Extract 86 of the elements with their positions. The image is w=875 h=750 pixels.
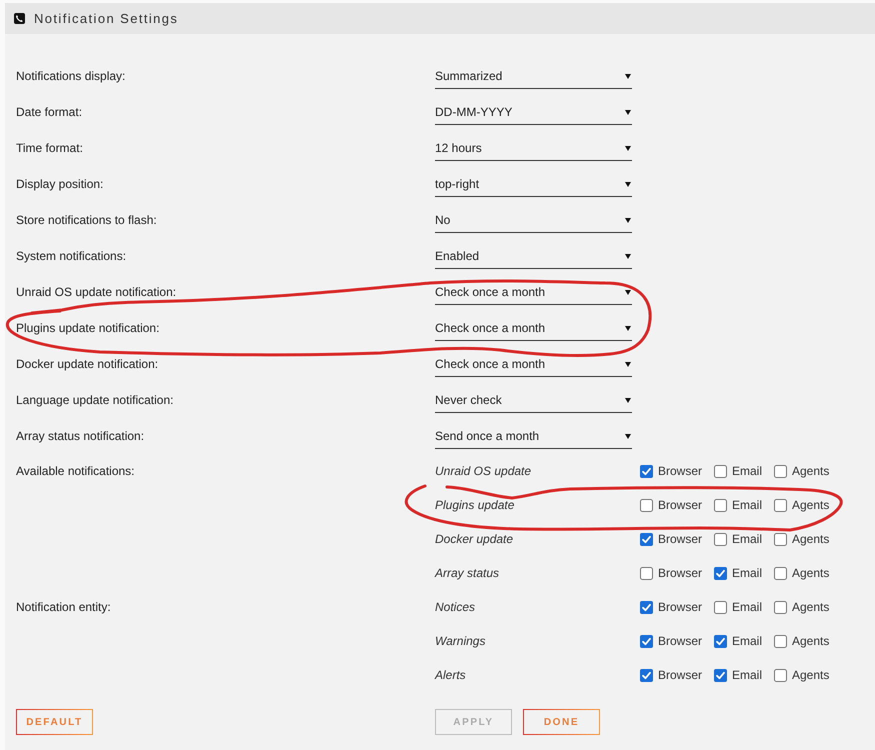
checkbox-label[interactable]: Agents [792,462,830,480]
checkbox[interactable] [714,498,727,512]
dropdown[interactable]: 12 hours [435,136,632,161]
checkbox-label[interactable]: Agents [792,666,830,684]
dropdown[interactable]: Check once a month [435,316,632,341]
checkbox-label[interactable]: Email [732,632,762,650]
checkbox-label[interactable]: Browser [658,462,702,480]
notification-type-label: Notices [435,599,476,616]
group-label: Available notifications: [16,463,136,480]
caret-icon [625,254,631,258]
checkbox-label[interactable]: Agents [792,564,830,582]
checkbox[interactable] [640,600,653,614]
setting-label: Unraid OS update notification: [16,284,178,300]
caret-icon [625,326,631,330]
checkbox[interactable] [774,464,787,478]
setting-label: Plugins update notification: [16,320,160,336]
dropdown[interactable]: No [435,208,632,233]
setting-label: Language update notification: [16,392,174,408]
caret-icon [625,434,631,438]
checkbox-label[interactable]: Email [732,598,762,616]
notification-type-label: Unraid OS update [435,463,532,480]
checkbox[interactable] [774,634,787,648]
setting-label: System notifications: [16,248,128,264]
checkbox[interactable] [774,498,787,512]
group-label: Notification entity: [16,599,112,616]
caret-icon [625,362,631,366]
dropdown[interactable]: Send once a month [435,424,632,449]
checkbox[interactable] [640,498,653,512]
setting-label: Notifications display: [16,68,126,84]
notification-type-label: Plugins update [435,497,516,514]
checkbox-label[interactable]: Email [732,530,762,548]
caret-icon [625,182,631,186]
notification-type-label: Alerts [435,667,467,684]
caret-icon [625,218,631,222]
dropdown[interactable]: DD-MM-YYYY [435,100,632,125]
checkbox-label[interactable]: Email [732,666,762,684]
checkbox[interactable] [640,532,653,546]
checkbox-label[interactable]: Browser [658,632,702,650]
checkbox-label[interactable]: Browser [658,598,702,616]
checkbox-label[interactable]: Agents [792,632,830,650]
dropdown[interactable]: Enabled [435,244,632,269]
setting-label: Time format: [16,140,84,156]
dropdown[interactable]: Check once a month [435,352,632,377]
checkbox[interactable] [714,600,727,614]
notification-type-label: Array status [435,565,500,582]
phone-icon [14,13,25,24]
setting-label: Docker update notification: [16,356,160,372]
notification-type-label: Docker update [435,531,514,548]
checkbox[interactable] [714,464,727,478]
checkbox-label[interactable]: Browser [658,530,702,548]
checkbox[interactable] [714,566,727,580]
dropdown[interactable]: Summarized [435,64,632,89]
checkbox[interactable] [640,634,653,648]
caret-icon [625,146,631,150]
caret-icon [625,398,631,402]
window-title: Notification Settings [34,10,178,28]
checkbox-label[interactable]: Agents [792,530,830,548]
caret-icon [625,74,631,78]
checkbox-label[interactable]: Browser [658,666,702,684]
checkbox[interactable] [774,600,787,614]
setting-label: Store notifications to flash: [16,212,158,228]
caret-icon [625,110,631,114]
setting-label: Date format: [16,104,84,120]
checkbox[interactable] [774,566,787,580]
checkbox[interactable] [714,668,727,682]
setting-label: Array status notification: [16,428,146,444]
checkbox[interactable] [774,532,787,546]
setting-label: Display position: [16,176,104,192]
checkbox[interactable] [774,668,787,682]
checkbox[interactable] [640,566,653,580]
checkbox-label[interactable]: Agents [792,598,830,616]
notification-type-label: Warnings [435,633,486,650]
checkbox[interactable] [714,634,727,648]
checkbox-label[interactable]: Email [732,564,762,582]
checkbox[interactable] [640,668,653,682]
dropdown[interactable]: top-right [435,172,632,197]
dropdown[interactable]: Never check [435,388,632,413]
checkbox[interactable] [714,532,727,546]
checkbox-label[interactable]: Agents [792,496,830,514]
checkbox-label[interactable]: Email [732,496,762,514]
checkbox-label[interactable]: Email [732,462,762,480]
checkbox-label[interactable]: Browser [658,564,702,582]
checkbox-label[interactable]: Browser [658,496,702,514]
dropdown[interactable]: Check once a month [435,280,632,305]
checkbox[interactable] [640,464,653,478]
caret-icon [625,290,631,294]
